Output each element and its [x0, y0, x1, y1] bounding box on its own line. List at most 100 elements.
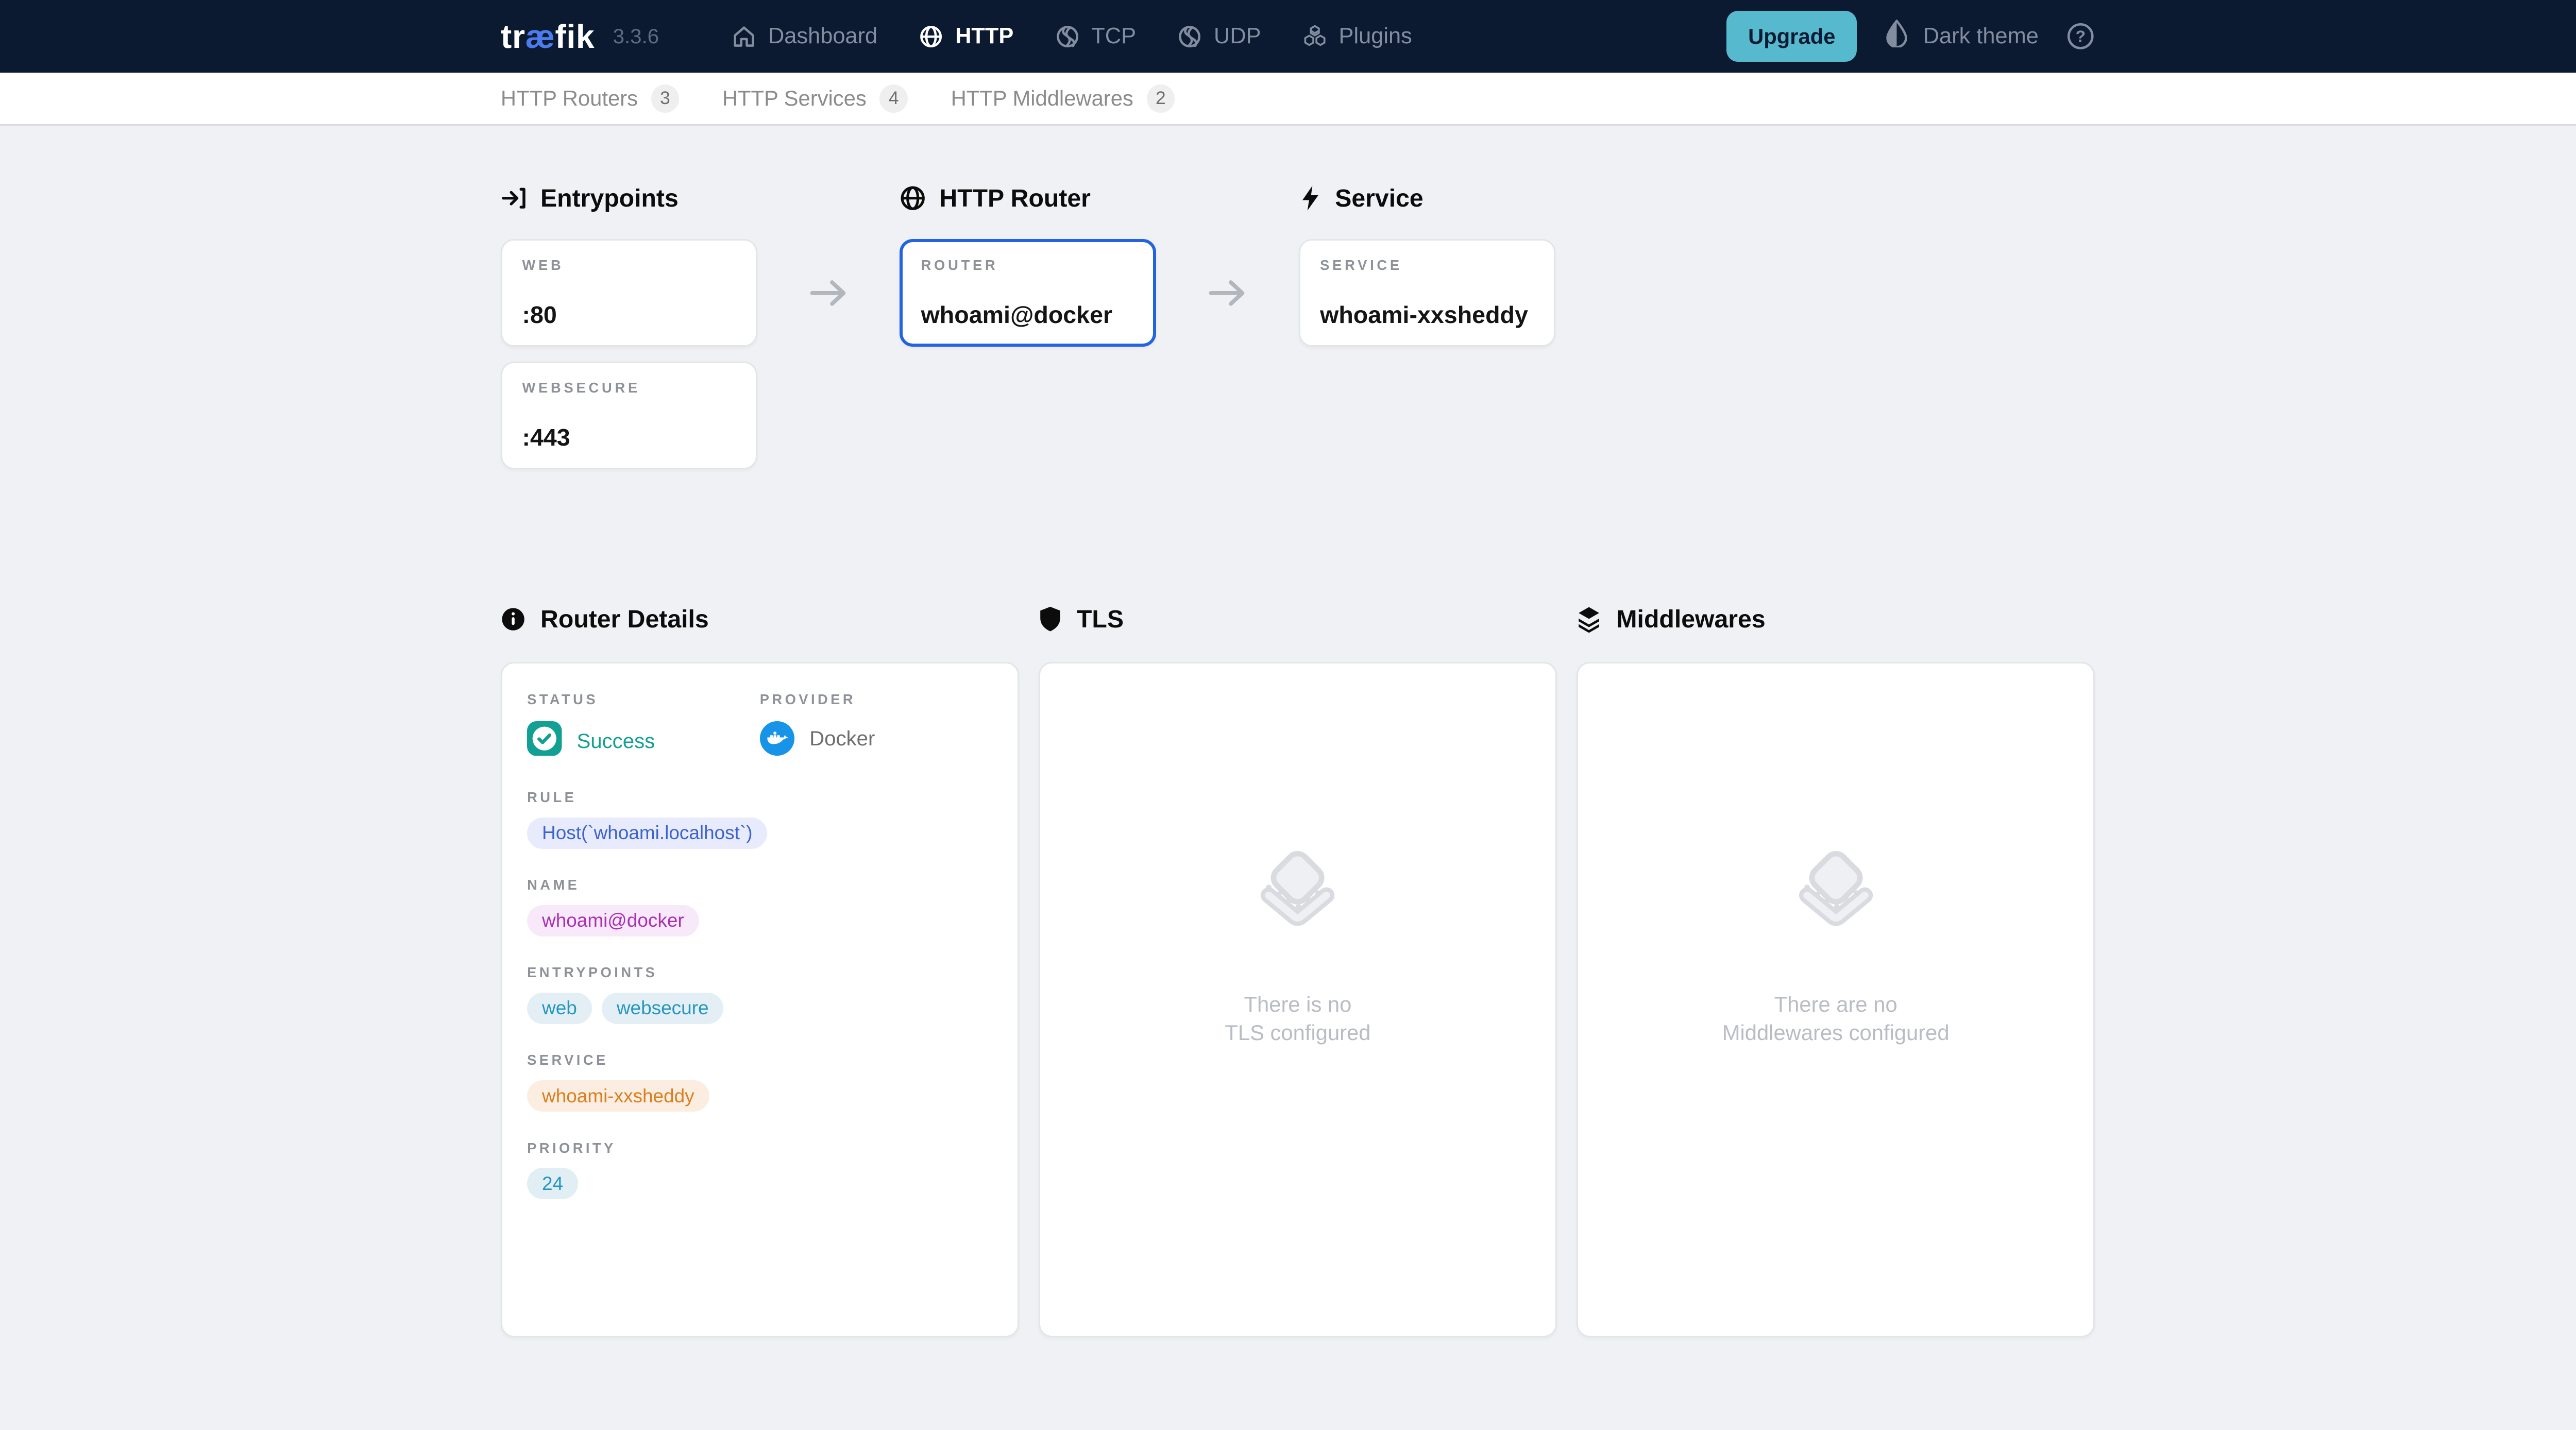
dark-theme-toggle[interactable]: Dark theme [1885, 20, 2039, 54]
routing-flow: Entrypoints HTTP Router Service WEB [501, 184, 2095, 469]
section-title-text: TLS [1077, 605, 1124, 634]
card-value: :80 [522, 301, 736, 329]
nav-item-plugins[interactable]: Plugins [1302, 24, 1412, 49]
nav-item-label: UDP [1214, 24, 1261, 49]
section-title-text: HTTP Router [939, 184, 1091, 213]
details-section: Router Details TLS Middlewares [501, 605, 2095, 1337]
tls-empty-message: There is no TLS configured [1225, 991, 1370, 1047]
help-icon[interactable]: ? [2066, 22, 2095, 50]
traefik-dashboard: træfik 3.3.6 Dashboard HTTP [0, 0, 2576, 1430]
router-details-panel: STATUS Success PROVIDER [501, 662, 1019, 1337]
empty-message-line: There is no [1225, 991, 1370, 1019]
entrypoints-label: ENTRYPOINTS [527, 964, 992, 981]
sphere-icon [1177, 24, 1202, 49]
middlewares-panel: There are no Middlewares configured [1577, 662, 2095, 1337]
tab-label: HTTP Middlewares [951, 86, 1133, 111]
section-title-text: Middlewares [1616, 605, 1765, 634]
service-section-title: Service [1299, 184, 1555, 213]
service-card[interactable]: SERVICE whoami-xxsheddy [1299, 239, 1555, 347]
http-tabbar: HTTP Routers 3 HTTP Services 4 HTTP Midd… [0, 73, 2576, 126]
tab-http-middlewares[interactable]: HTTP Middlewares 2 [951, 84, 1175, 113]
entrypoint-card-websecure[interactable]: WEBSECURE :443 [501, 362, 757, 469]
globe-icon [919, 24, 943, 49]
entrypoint-pill-web[interactable]: web [527, 993, 592, 1024]
tab-count-badge: 2 [1147, 84, 1175, 113]
version-label: 3.3.6 [613, 25, 659, 48]
priority-pill[interactable]: 24 [527, 1168, 578, 1199]
status-label: STATUS [527, 691, 760, 708]
globe-icon [900, 185, 926, 211]
section-title-text: Service [1335, 184, 1423, 213]
empty-layers-icon [1246, 850, 1349, 959]
section-title-text: Entrypoints [540, 184, 679, 213]
provider-label: PROVIDER [760, 691, 993, 708]
empty-message-line: Middlewares configured [1722, 1019, 1950, 1047]
tab-label: HTTP Routers [501, 86, 638, 111]
priority-label: PRIORITY [527, 1140, 992, 1156]
logo-text-suffix: fik [555, 18, 595, 56]
status-value: Success [577, 729, 655, 753]
docker-provider-icon [760, 721, 794, 756]
empty-message-line: TLS configured [1225, 1019, 1370, 1047]
success-check-badge [527, 721, 562, 761]
tls-panel: There is no TLS configured [1039, 662, 1557, 1337]
entrypoint-pill-websecure[interactable]: websecure [602, 993, 723, 1024]
sphere-icon [1055, 24, 1080, 49]
card-label: WEBSECURE [522, 380, 736, 396]
tab-count-badge: 3 [651, 84, 680, 113]
card-label: SERVICE [1320, 257, 1534, 274]
info-icon [501, 607, 526, 632]
card-value: whoami@docker [921, 301, 1135, 329]
card-label: ROUTER [921, 257, 1135, 274]
upgrade-button[interactable]: Upgrade [1726, 11, 1857, 62]
top-navbar: træfik 3.3.6 Dashboard HTTP [0, 0, 2576, 73]
flow-arrow-icon [1156, 239, 1298, 347]
tab-count-badge: 4 [879, 84, 908, 113]
empty-layers-icon [1785, 850, 1887, 959]
rule-label: RULE [527, 789, 992, 806]
nav-item-label: Dashboard [768, 24, 877, 49]
login-arrow-icon [501, 185, 527, 211]
logo-text-prefix: tr [501, 18, 526, 56]
nav-item-tcp[interactable]: TCP [1055, 24, 1136, 49]
svg-text:?: ? [2076, 27, 2086, 46]
nav-item-label: Plugins [1339, 24, 1412, 49]
nav-item-label: TCP [1091, 24, 1136, 49]
lightning-bolt-icon [1299, 185, 1322, 211]
rule-pill[interactable]: Host(`whoami.localhost`) [527, 818, 767, 849]
service-pill[interactable]: whoami-xxsheddy [527, 1080, 709, 1112]
empty-message-line: There are no [1722, 991, 1950, 1019]
nav-item-label: HTTP [955, 24, 1013, 49]
tab-http-routers[interactable]: HTTP Routers 3 [501, 84, 679, 113]
entrypoint-card-web[interactable]: WEB :80 [501, 239, 757, 347]
logo-text-ae: æ [526, 18, 555, 56]
nav-item-http[interactable]: HTTP [919, 24, 1013, 49]
router-name-pill[interactable]: whoami@docker [527, 905, 699, 937]
shield-icon [1039, 606, 1062, 632]
tab-http-services[interactable]: HTTP Services 4 [722, 84, 908, 113]
name-label: NAME [527, 877, 992, 893]
card-value: whoami-xxsheddy [1320, 301, 1534, 329]
contrast-droplet-icon [1885, 20, 1908, 54]
nav-item-dashboard[interactable]: Dashboard [732, 24, 877, 49]
layers-icon [1577, 606, 1601, 632]
tls-title: TLS [1039, 605, 1557, 634]
middlewares-title: Middlewares [1577, 605, 2095, 634]
traefik-logo[interactable]: træfik [501, 18, 595, 56]
main-nav: Dashboard HTTP TCP [732, 24, 1412, 49]
cubes-icon [1302, 24, 1327, 49]
provider-value: Docker [809, 727, 875, 751]
home-icon [732, 24, 756, 49]
main-content: Entrypoints HTTP Router Service WEB [0, 126, 2576, 1337]
http-router-section-title: HTTP Router [900, 184, 1156, 213]
theme-toggle-label: Dark theme [1923, 24, 2039, 49]
service-label: SERVICE [527, 1052, 992, 1068]
nav-item-udp[interactable]: UDP [1177, 24, 1261, 49]
flow-arrow-icon [757, 239, 900, 347]
router-card[interactable]: ROUTER whoami@docker [900, 239, 1156, 347]
section-title-text: Router Details [540, 605, 709, 634]
card-value: :443 [522, 423, 736, 451]
router-details-title: Router Details [501, 605, 1019, 634]
card-label: WEB [522, 257, 736, 274]
middlewares-empty-message: There are no Middlewares configured [1722, 991, 1950, 1047]
